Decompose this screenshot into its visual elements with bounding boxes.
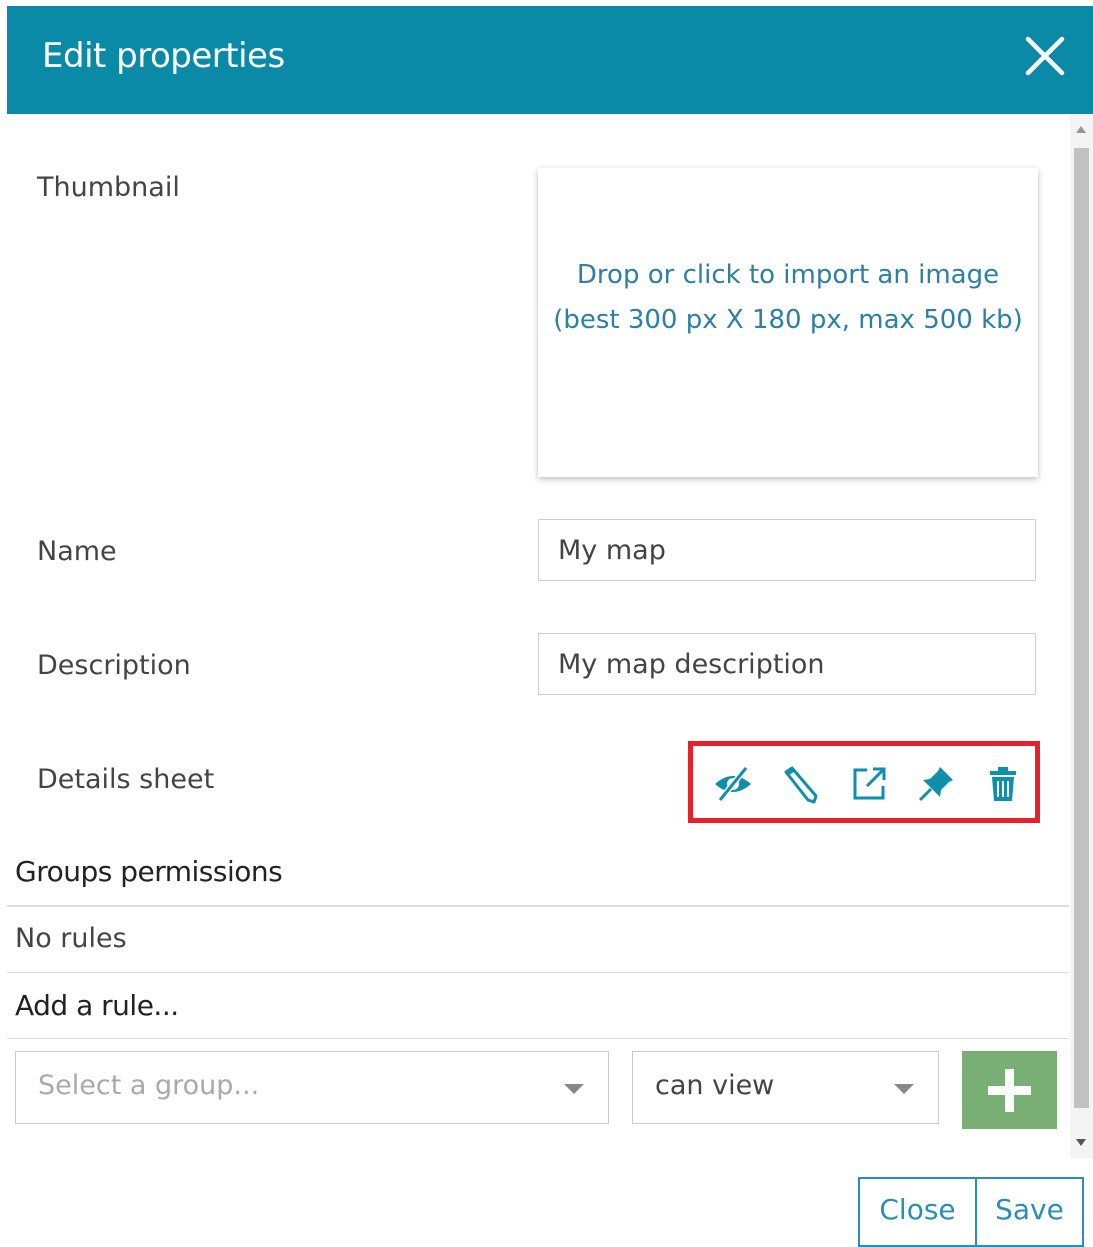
details-sheet-label: Details sheet bbox=[37, 764, 215, 795]
chevron-down-icon bbox=[564, 1084, 584, 1094]
scrollbar-thumb[interactable] bbox=[1074, 148, 1089, 1108]
divider bbox=[7, 1038, 1069, 1039]
dialog-header: Edit properties bbox=[7, 6, 1093, 114]
thumbnail-size-hint: (best 300 px X 180 px, max 500 kb) bbox=[553, 305, 1023, 335]
trash-icon[interactable] bbox=[983, 764, 1023, 804]
name-input[interactable] bbox=[538, 519, 1036, 581]
details-sheet-toolbar bbox=[688, 741, 1040, 823]
pin-icon[interactable] bbox=[916, 764, 956, 804]
chevron-down-icon bbox=[894, 1084, 914, 1094]
divider bbox=[7, 905, 1069, 907]
group-select-placeholder: Select a group... bbox=[38, 1070, 260, 1101]
external-link-icon[interactable] bbox=[849, 764, 889, 804]
thumbnail-dropzone[interactable]: Drop or click to import an image (best 3… bbox=[538, 168, 1038, 477]
no-rules-text: No rules bbox=[15, 923, 127, 954]
add-rule-title: Add a rule... bbox=[15, 989, 179, 1022]
plus-icon bbox=[988, 1069, 1031, 1112]
permission-select-value: can view bbox=[655, 1070, 775, 1101]
add-rule-button[interactable] bbox=[962, 1051, 1057, 1129]
description-input[interactable] bbox=[538, 633, 1036, 695]
close-button[interactable]: Close bbox=[858, 1177, 977, 1247]
scroll-up-icon[interactable] bbox=[1076, 126, 1086, 133]
pencil-icon[interactable] bbox=[780, 764, 820, 804]
eye-slash-icon[interactable] bbox=[713, 764, 753, 804]
permission-select[interactable]: can view bbox=[632, 1051, 939, 1124]
scroll-down-icon[interactable] bbox=[1076, 1139, 1086, 1146]
edit-properties-dialog: Edit properties Thumbnail Drop or click … bbox=[0, 0, 1093, 1247]
groups-permissions-title: Groups permissions bbox=[15, 855, 283, 888]
save-button[interactable]: Save bbox=[975, 1177, 1084, 1247]
dialog-title: Edit properties bbox=[42, 36, 285, 76]
group-select[interactable]: Select a group... bbox=[15, 1051, 609, 1124]
name-label: Name bbox=[37, 536, 117, 567]
close-icon[interactable] bbox=[1023, 34, 1067, 78]
thumbnail-drop-text: Drop or click to import an image bbox=[576, 260, 1000, 290]
scrollbar[interactable] bbox=[1070, 114, 1093, 1158]
divider bbox=[7, 972, 1069, 973]
description-label: Description bbox=[37, 650, 191, 681]
thumbnail-label: Thumbnail bbox=[37, 172, 180, 203]
